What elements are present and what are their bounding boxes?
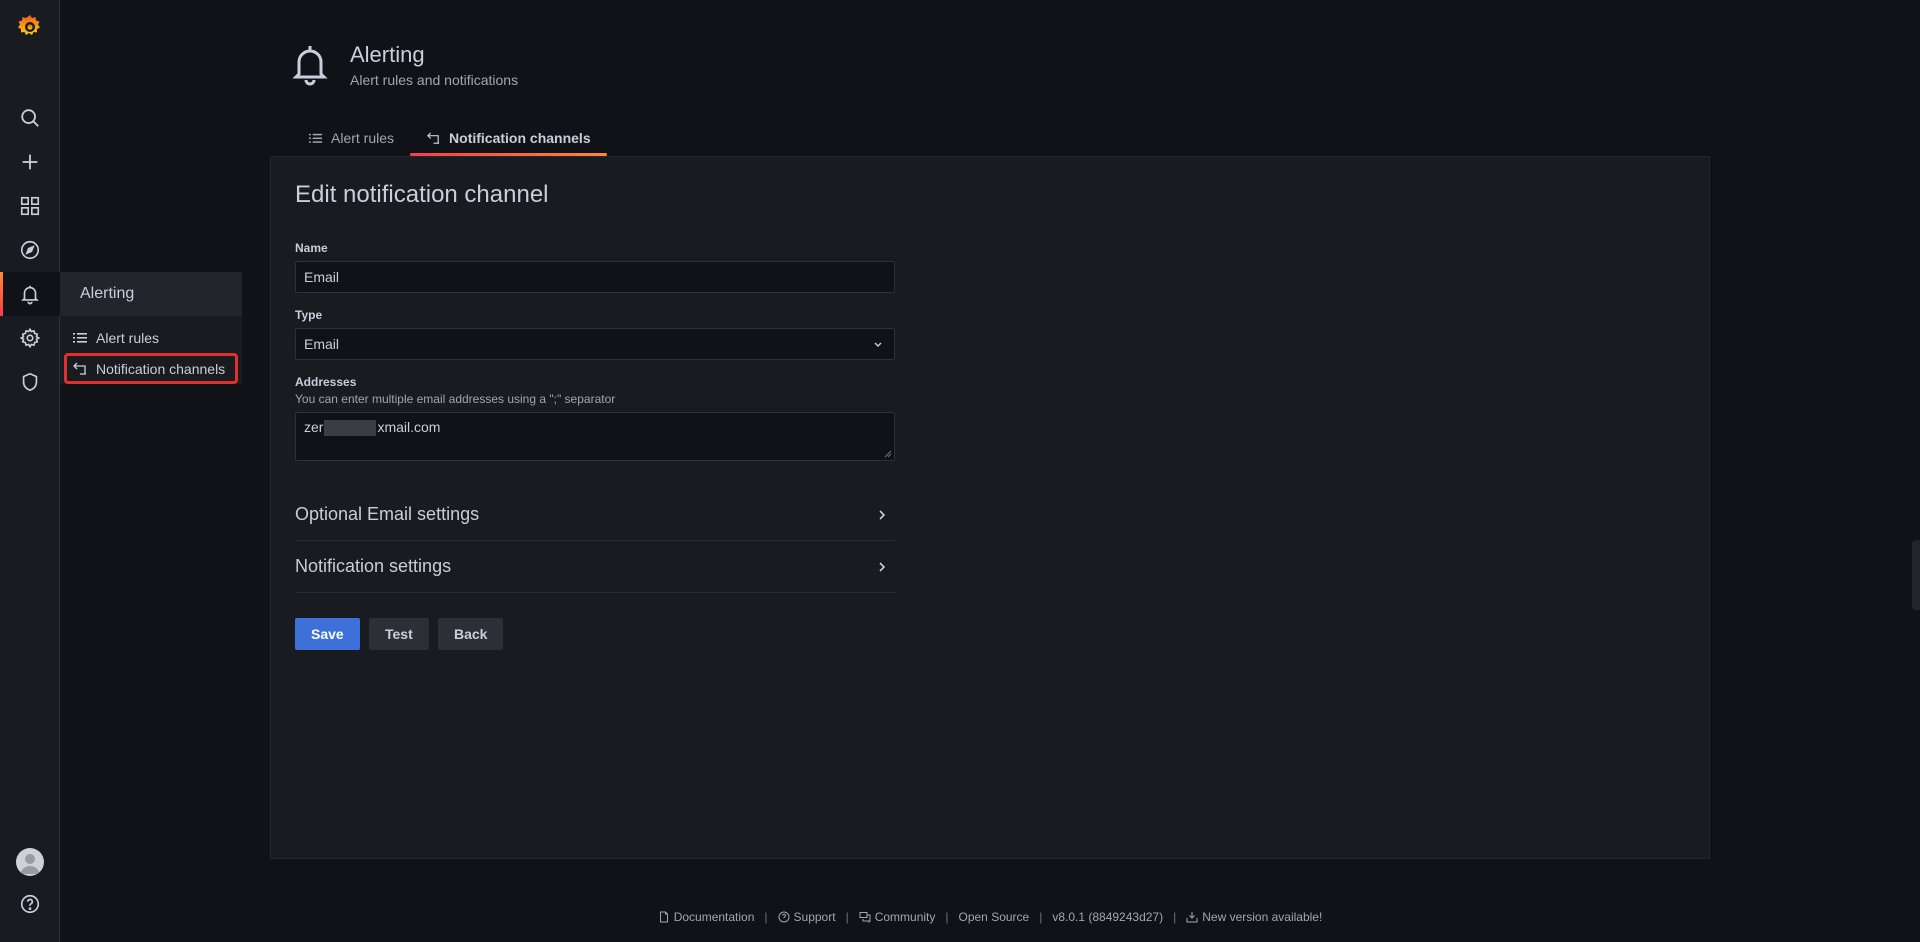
bell-icon <box>290 42 330 86</box>
footer-separator: | <box>764 910 768 924</box>
tab-label: Notification channels <box>449 130 591 146</box>
dashboards-icon[interactable] <box>0 184 60 228</box>
search-icon[interactable] <box>0 96 60 140</box>
notification-settings-collapse[interactable]: Notification settings <box>295 541 895 593</box>
chevron-down-icon <box>874 342 882 347</box>
addresses-label: Addresses <box>295 375 357 389</box>
panel-title: Edit notification channel <box>295 181 549 208</box>
side-menu <box>0 0 60 942</box>
footer-support-link[interactable]: Support <box>778 910 836 924</box>
redacted-mask <box>324 420 377 437</box>
footer-link-label: Documentation <box>673 910 755 924</box>
footer-version: v8.0.1 (8849243d27) <box>1052 910 1164 924</box>
document-icon <box>659 911 668 923</box>
alerting-flyout-menu: Alerting Alert rules Notification channe… <box>60 272 242 384</box>
channel-icon <box>427 131 440 144</box>
list-icon <box>72 330 88 346</box>
flyout-item-alert-rules[interactable]: Alert rules <box>60 322 242 353</box>
tab-bar: Alert rules Notification channels <box>292 120 607 156</box>
footer-open-source-link[interactable]: Open Source <box>959 910 1030 924</box>
channel-icon <box>72 361 88 377</box>
test-button[interactable]: Test <box>369 618 429 650</box>
addresses-textarea[interactable]: zer xmail.com <box>295 412 895 461</box>
flyout-item-notification-channels[interactable]: Notification channels <box>64 353 238 384</box>
resize-grip-icon[interactable] <box>884 450 892 458</box>
name-input[interactable]: Email <box>295 261 895 293</box>
footer-new-version-link[interactable]: New version available! <box>1186 910 1322 924</box>
bell-icon[interactable] <box>0 272 60 316</box>
type-select-value: Email <box>304 336 340 352</box>
footer-link-label: Support <box>793 910 836 924</box>
scrollbar-handle[interactable] <box>1912 540 1920 610</box>
type-select[interactable]: Email <box>295 328 895 360</box>
footer-separator: | <box>945 910 949 924</box>
chevron-right-icon <box>879 509 886 520</box>
footer: Documentation | Support | Community | Op… <box>0 908 1920 926</box>
page-subtitle: Alert rules and notifications <box>350 72 519 88</box>
footer-community-link[interactable]: Community <box>859 910 936 924</box>
flyout-item-label: Alert rules <box>96 329 160 346</box>
avatar[interactable] <box>16 848 44 876</box>
grafana-logo[interactable] <box>16 12 44 40</box>
back-button[interactable]: Back <box>438 618 504 650</box>
save-button[interactable]: Save <box>295 618 360 650</box>
flyout-header[interactable]: Alerting <box>60 272 242 316</box>
question-circle-icon <box>778 911 790 923</box>
footer-separator: | <box>1173 910 1177 924</box>
footer-link-label: New version available! <box>1202 910 1323 924</box>
tab-alert-rules[interactable]: Alert rules <box>292 120 410 156</box>
list-icon <box>308 133 323 143</box>
page-title: Alerting <box>350 42 425 67</box>
flyout-item-label: Notification channels <box>96 360 226 377</box>
footer-separator: | <box>1039 910 1043 924</box>
type-label: Type <box>295 308 323 322</box>
chevron-right-icon <box>879 561 886 572</box>
shield-icon[interactable] <box>0 360 60 404</box>
optional-email-settings-collapse[interactable]: Optional Email settings <box>295 489 895 541</box>
tab-notification-channels[interactable]: Notification channels <box>410 120 607 156</box>
addresses-description: You can enter multiple email addresses u… <box>295 392 616 406</box>
footer-separator: | <box>845 910 849 924</box>
download-icon <box>1186 912 1198 923</box>
tab-label: Alert rules <box>331 130 395 146</box>
explore-icon[interactable] <box>0 228 60 272</box>
collapse-label: Notification settings <box>295 556 452 576</box>
footer-link-label: Community <box>874 910 936 924</box>
footer-documentation-link[interactable]: Documentation <box>658 910 755 924</box>
gear-icon[interactable] <box>0 316 60 360</box>
addresses-value-end: xmail.com <box>377 419 441 435</box>
plus-icon[interactable] <box>0 140 60 184</box>
comments-icon <box>859 912 871 923</box>
collapse-label: Optional Email settings <box>295 504 480 524</box>
name-label: Name <box>295 241 328 255</box>
addresses-value-start: zer <box>304 419 324 435</box>
edit-channel-panel: Edit notification channel Name Email Typ… <box>270 156 1710 859</box>
